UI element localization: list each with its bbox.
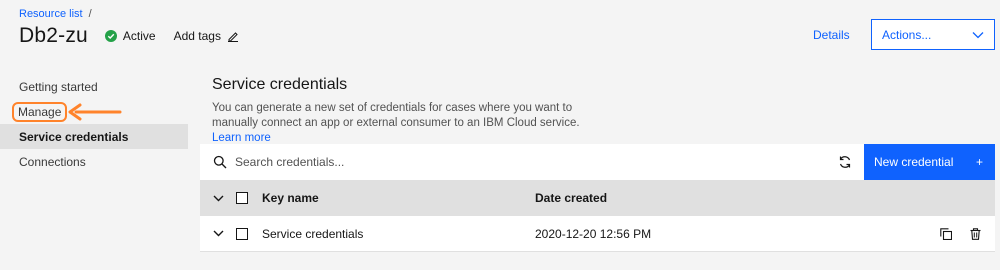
status-badge: Active (104, 29, 156, 43)
learn-more-link[interactable]: Learn more (212, 132, 271, 144)
sidebar-item-label: Connections (19, 154, 86, 169)
copy-icon[interactable] (940, 227, 952, 240)
chevron-down-icon (213, 230, 223, 237)
new-credential-label: New credential (874, 155, 954, 169)
refresh-icon[interactable] (838, 155, 852, 169)
chevron-down-icon (213, 195, 223, 201)
select-all-checkbox[interactable] (236, 192, 248, 204)
section-description: You can generate a new set of credential… (212, 101, 612, 146)
search-icon (213, 155, 227, 169)
expand-all-button[interactable] (200, 195, 236, 202)
actions-dropdown[interactable]: Actions... (871, 19, 995, 50)
trash-icon[interactable] (970, 227, 981, 240)
sidebar-item-label: Service credentials (19, 129, 129, 144)
check-circle-icon (104, 30, 117, 42)
details-link[interactable]: Details (813, 28, 850, 42)
row-actions (940, 227, 981, 240)
row-date-created: 2020-12-20 12:56 PM (535, 226, 652, 241)
page-title: Db2-zu (19, 24, 88, 47)
breadcrumb-resource-list-link[interactable]: Resource list (19, 8, 83, 20)
row-expand-button[interactable] (200, 230, 236, 237)
table-row: Service credentials 2020-12-20 12:56 PM (200, 216, 995, 252)
title-row: Db2-zu Active Add tags (19, 22, 239, 50)
chevron-down-icon (972, 31, 984, 38)
actions-label: Actions... (882, 27, 932, 42)
sidebar: Getting started Manage Service credentia… (0, 74, 188, 174)
sidebar-item-label: Manage (18, 104, 62, 119)
credentials-table: Key name Date created Service credential… (200, 180, 995, 252)
status-text: Active (122, 29, 156, 43)
add-tags-label: Add tags (173, 29, 221, 43)
new-credential-button[interactable]: New credential + (864, 144, 995, 180)
description-text: You can generate a new set of credential… (212, 102, 580, 129)
header-date-created[interactable]: Date created (535, 191, 915, 205)
header-key-name[interactable]: Key name (262, 191, 535, 205)
breadcrumb: Resource list / (19, 8, 92, 20)
add-tags-button[interactable]: Add tags (174, 29, 239, 43)
section-title: Service credentials (212, 76, 348, 93)
sidebar-item-label: Getting started (19, 79, 98, 94)
table-toolbar: New credential + (200, 144, 995, 180)
sidebar-item-getting-started[interactable]: Getting started (0, 74, 188, 99)
sidebar-item-service-credentials[interactable]: Service credentials (0, 124, 188, 149)
table-header: Key name Date created (200, 180, 995, 216)
select-all-cell (236, 192, 262, 204)
breadcrumb-separator: / (88, 8, 92, 20)
arrow-left-icon (68, 103, 122, 121)
search-input[interactable] (235, 155, 815, 169)
row-checkbox[interactable] (236, 227, 248, 240)
main-content: Service credentials You can generate a n… (212, 76, 1000, 146)
sidebar-item-connections[interactable]: Connections (0, 149, 188, 174)
plus-icon: + (975, 155, 983, 169)
pencil-icon (227, 32, 238, 42)
row-key-name: Service credentials (262, 226, 364, 241)
row-select-cell (236, 227, 262, 240)
annotation-highlight-box: Manage (12, 101, 68, 122)
